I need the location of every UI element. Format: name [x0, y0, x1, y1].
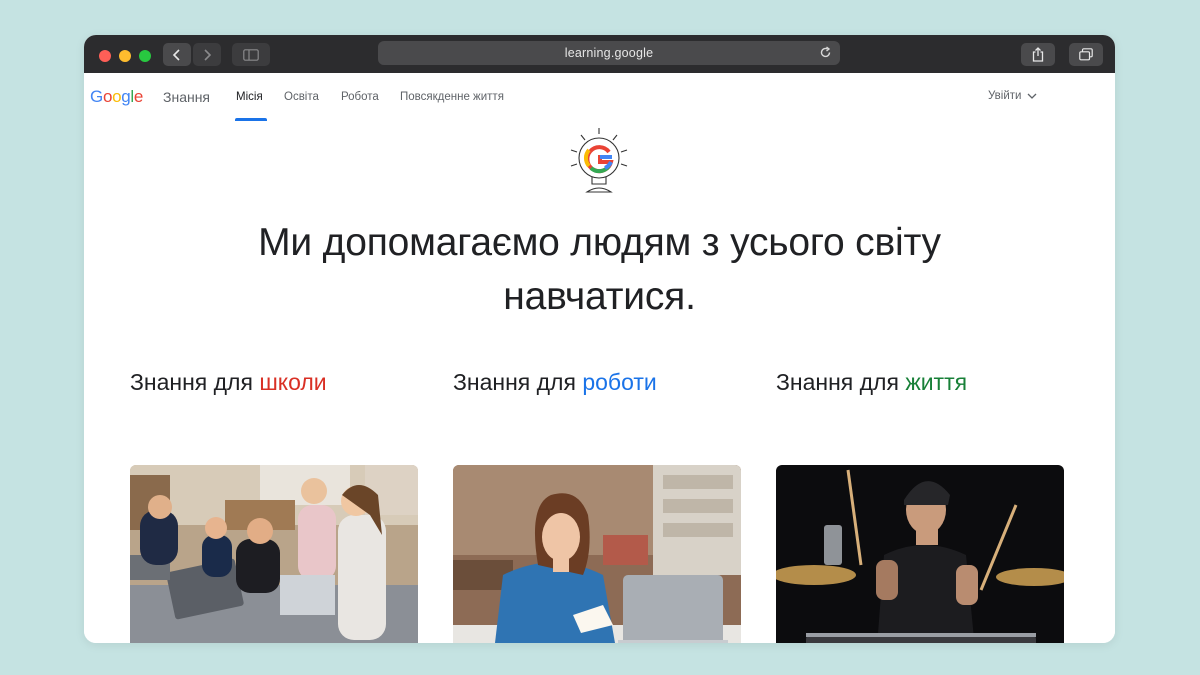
work-photo[interactable] [453, 465, 741, 643]
share-button[interactable] [1021, 43, 1055, 66]
tabs-icon [1079, 48, 1093, 61]
reload-icon[interactable] [819, 46, 832, 59]
card-title-school-accent: школи [259, 369, 327, 395]
nav-link-mission[interactable]: Місія [236, 91, 263, 103]
card-title-work[interactable]: Знання для роботи [453, 369, 657, 396]
signin-menu[interactable]: Увійти [988, 90, 1037, 102]
card-title-school-prefix: Знання для [130, 369, 260, 395]
chevron-down-icon [1027, 93, 1037, 99]
sidebar-toggle-button[interactable] [232, 43, 270, 66]
signin-label: Увійти [988, 90, 1022, 102]
zoom-window-button[interactable] [139, 50, 151, 62]
nav-link-everyday-life[interactable]: Повсякденне життя [400, 91, 504, 103]
close-window-button[interactable] [99, 50, 111, 62]
card-title-work-prefix: Знання для [453, 369, 583, 395]
active-tab-indicator [235, 118, 267, 121]
back-button[interactable] [163, 43, 191, 66]
hero-headline: Ми допомагаємо людям з усього світу навч… [84, 216, 1115, 324]
chevron-left-icon [172, 48, 180, 61]
tab-overview-button[interactable] [1069, 43, 1103, 66]
google-logo[interactable]: Google [90, 87, 143, 107]
share-icon [1032, 47, 1044, 62]
card-title-school[interactable]: Знання для школи [130, 369, 327, 396]
school-photo[interactable] [130, 465, 418, 643]
hero-line-1: Ми допомагаємо людям з усього світу [258, 221, 941, 264]
chevron-right-icon [204, 48, 212, 61]
hero-line-2: навчатися. [503, 275, 696, 318]
site-nav: Google Знання Місія Освіта Робота Повсяк… [84, 73, 1115, 121]
site-brand[interactable]: Знання [163, 89, 210, 105]
card-title-work-accent: роботи [582, 369, 657, 395]
forward-button[interactable] [193, 43, 221, 66]
minimize-window-button[interactable] [119, 50, 131, 62]
web-page: Google Знання Місія Освіта Робота Повсяк… [84, 73, 1115, 643]
nav-link-work[interactable]: Робота [341, 91, 379, 103]
card-title-life-accent: життя [905, 369, 968, 395]
lightbulb-g-illustration [570, 128, 628, 193]
card-title-life-prefix: Знання для [776, 369, 906, 395]
url-text: learning.google [564, 46, 654, 60]
life-photo[interactable] [776, 465, 1064, 643]
nav-link-education[interactable]: Освіта [284, 91, 319, 103]
address-bar[interactable]: learning.google [378, 41, 840, 65]
card-title-life[interactable]: Знання для життя [776, 369, 967, 396]
browser-window: learning.google Google Знання Місія Осві… [84, 35, 1115, 643]
browser-titlebar: learning.google [84, 35, 1115, 73]
sidebar-icon [243, 48, 259, 61]
